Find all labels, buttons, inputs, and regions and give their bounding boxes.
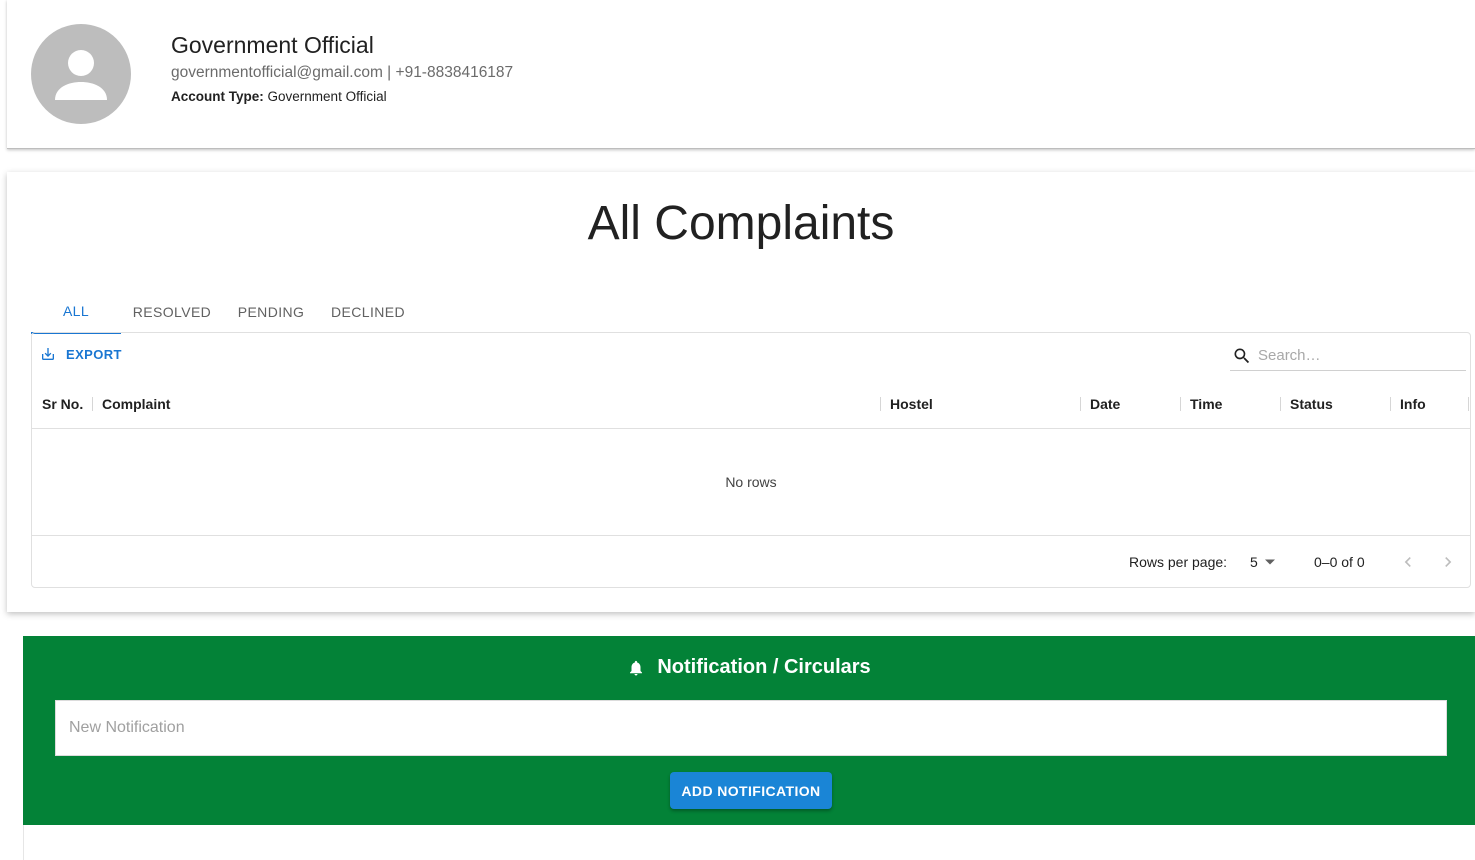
column-separator[interactable]	[1468, 397, 1469, 411]
notification-title: Notification / Circulars	[657, 656, 871, 678]
contact-separator: |	[382, 64, 396, 81]
add-notification-button[interactable]: ADD NOTIFICATION	[670, 772, 832, 809]
grid-toolbar: EXPORT	[32, 333, 1470, 379]
account-type: Account Type: Government Official	[171, 88, 513, 106]
profile-name: Government Official	[171, 32, 374, 58]
avatar	[31, 24, 131, 124]
person-icon	[55, 50, 107, 100]
chevron-right-icon	[1445, 557, 1452, 567]
search-input[interactable]	[1258, 347, 1458, 364]
column-header-complaint[interactable]: Complaint	[92, 379, 880, 429]
column-header-date[interactable]: Date	[1080, 379, 1180, 429]
download-icon	[42, 348, 54, 360]
column-header-sr-no[interactable]: Sr No.	[32, 379, 92, 429]
chevron-left-icon	[1404, 557, 1411, 567]
profile-contact: governmentofficial@gmail.com | +91-88384…	[171, 63, 513, 83]
column-header-hostel[interactable]: Hostel	[880, 379, 1080, 429]
grid-footer: Rows per page: 5 0–0 of 0	[32, 535, 1470, 587]
account-type-value: Government Official	[267, 89, 387, 104]
previous-page-button[interactable]	[1396, 550, 1420, 574]
grid-header: Sr No. Complaint Hostel Date Time Status…	[32, 379, 1470, 429]
notification-header: Notification / Circulars	[23, 656, 1475, 679]
export-button[interactable]: EXPORT	[40, 346, 122, 362]
column-header-status[interactable]: Status	[1280, 379, 1390, 429]
tab-pending[interactable]: PENDING	[223, 290, 319, 334]
export-label: EXPORT	[66, 346, 122, 362]
profile-email: governmentofficial@gmail.com	[171, 64, 383, 81]
complaint-tabs: ALL RESOLVED PENDING DECLINED	[31, 290, 417, 334]
rows-per-page-label: Rows per page:	[1129, 554, 1228, 570]
search-box	[1230, 341, 1466, 371]
column-header-time[interactable]: Time	[1180, 379, 1280, 429]
next-page-button[interactable]	[1436, 550, 1460, 574]
rows-per-page-value: 5	[1250, 554, 1258, 570]
notification-panel: Notification / Circulars ADD NOTIFICATIO…	[23, 636, 1475, 825]
bell-icon	[630, 660, 643, 675]
complaints-grid: EXPORT Sr No. Complaint Hostel Date Time…	[31, 332, 1471, 588]
column-header-info[interactable]: Info	[1390, 379, 1468, 429]
empty-rows-message: No rows	[725, 474, 777, 490]
account-type-label: Account Type:	[171, 89, 264, 104]
rows-per-page-select[interactable]: 5	[1250, 554, 1276, 570]
tab-declined[interactable]: DECLINED	[319, 290, 417, 334]
complaints-card: All Complaints ALL RESOLVED PENDING DECL…	[7, 172, 1475, 612]
tab-all[interactable]: ALL	[31, 290, 121, 334]
profile-phone: +91-8838416187	[395, 64, 514, 81]
tab-resolved[interactable]: RESOLVED	[121, 290, 223, 334]
search-icon	[1234, 348, 1250, 363]
profile-card: Government Official governmentofficial@g…	[7, 0, 1475, 149]
page-title: All Complaints	[587, 197, 895, 250]
pagination-range: 0–0 of 0	[1314, 554, 1365, 570]
page-bottom-area	[23, 825, 1475, 860]
caret-down-icon	[1264, 559, 1275, 565]
new-notification-input[interactable]	[55, 700, 1447, 756]
profile-info: Government Official governmentofficial@g…	[171, 31, 513, 106]
